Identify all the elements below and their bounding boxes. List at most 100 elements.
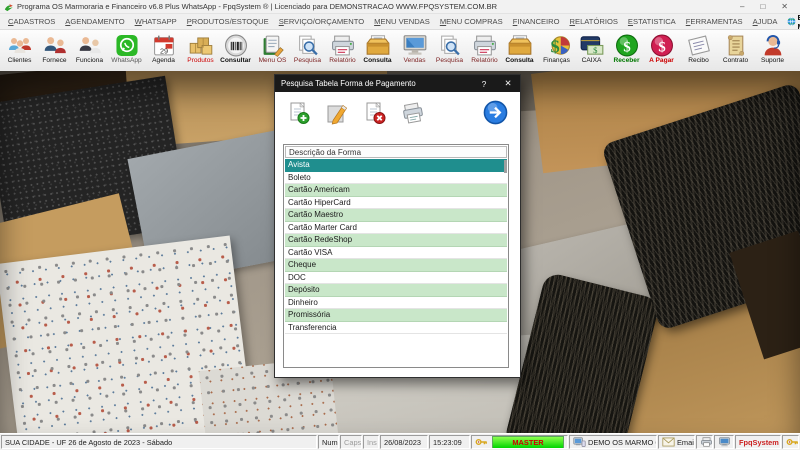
toolbar-button-pesquisa[interactable]: Pesquisa bbox=[290, 31, 325, 71]
toolbar-button-label: WhatsApp bbox=[111, 57, 141, 64]
toolbar-button-recibo[interactable]: Recibo bbox=[681, 31, 716, 71]
list-item-promiss-ria[interactable]: Promissória bbox=[285, 309, 507, 322]
list-item-doc[interactable]: DOC bbox=[285, 272, 507, 285]
menu-item-produtos-estoque[interactable]: PRODUTOS/ESTOQUE bbox=[182, 17, 274, 26]
status-brand[interactable]: FpqSystem bbox=[735, 435, 781, 449]
toolbar-button-contrato[interactable]: Contrato bbox=[718, 31, 753, 71]
svg-text:$: $ bbox=[623, 39, 630, 55]
minimize-button[interactable]: – bbox=[740, 2, 744, 12]
edit-record-button[interactable] bbox=[325, 101, 349, 130]
toolbar-button-caixa[interactable]: $CAIXA bbox=[574, 31, 609, 71]
status-email-button[interactable]: Email bbox=[658, 435, 695, 449]
toolbar-button-label: Relatório bbox=[329, 57, 355, 64]
menu-item-ferramentas[interactable]: FERRAMENTAS bbox=[681, 17, 748, 26]
toolbar-button-consulta[interactable]: Consulta bbox=[502, 31, 537, 71]
dialog-titlebar: Pesquisa Tabela Forma de Pagamento ? ✕ bbox=[275, 75, 520, 92]
toolbar-button-consultar[interactable]: Consultar bbox=[218, 31, 253, 71]
menu-item-relat-rios[interactable]: RELATÓRIOS bbox=[565, 17, 623, 26]
menu-item-agendamento[interactable]: AGENDAMENTO bbox=[60, 17, 129, 26]
list-item-cart-o-visa[interactable]: Cartão VISA bbox=[285, 247, 507, 260]
status-monitor-button[interactable] bbox=[714, 435, 734, 449]
menu-item-whatsapp[interactable]: WHATSAPP bbox=[130, 17, 182, 26]
delete-record-button[interactable] bbox=[363, 101, 387, 130]
toolbar-button-label: Pesquisa bbox=[294, 57, 321, 64]
toolbar-button-a-pagar[interactable]: $A Pagar bbox=[644, 31, 679, 71]
list-item-transferencia[interactable]: Transferencia bbox=[285, 322, 507, 335]
search-pages-icon bbox=[295, 33, 321, 57]
toolbar-button-suporte[interactable]: Suporte bbox=[755, 31, 790, 71]
toolbar-button-label: Receber bbox=[613, 57, 639, 64]
toolbar-button-clientes[interactable]: Clientes bbox=[2, 31, 37, 71]
dialog-close-button[interactable]: ✕ bbox=[496, 75, 520, 92]
svg-text:$: $ bbox=[593, 45, 598, 55]
finance-icon: $ bbox=[544, 33, 570, 57]
menu-item-menu-compras[interactable]: MENU COMPRAS bbox=[435, 17, 508, 26]
status-date: 26/08/2023 bbox=[380, 435, 428, 449]
maximize-button[interactable]: □ bbox=[760, 2, 765, 12]
toolbar-button-produtos[interactable]: Produtos bbox=[183, 31, 218, 71]
list-item-cart-o-redeshop[interactable]: Cartão RedeShop bbox=[285, 234, 507, 247]
status-print-button[interactable] bbox=[696, 435, 713, 449]
payment-form-dialog: Pesquisa Tabela Forma de Pagamento ? ✕ D… bbox=[274, 74, 521, 378]
toolbar-button-consulta[interactable]: Consulta bbox=[360, 31, 395, 71]
toolbar-button-pesquisa[interactable]: Pesquisa bbox=[432, 31, 467, 71]
status-location-text: SUA CIDADE - UF 26 de Agosto de 2023 - S… bbox=[5, 438, 172, 447]
status-date-text: 26/08/2023 bbox=[384, 438, 421, 447]
dialog-help-button[interactable]: ? bbox=[472, 75, 496, 92]
access-level-badge: MASTER bbox=[492, 436, 564, 449]
status-key-button[interactable] bbox=[782, 435, 799, 449]
toolbar-button-fornece[interactable]: Fornece bbox=[37, 31, 72, 71]
list-item-boleto[interactable]: Boleto bbox=[285, 172, 507, 185]
toolbar-button-finan-as[interactable]: $Finanças bbox=[539, 31, 574, 71]
toolbar-button-receber[interactable]: $ Receber bbox=[609, 31, 644, 71]
list-item-avista[interactable]: Avista bbox=[285, 159, 507, 172]
toolbar-button-label: Relatório bbox=[471, 57, 497, 64]
arrow-circle-right-icon bbox=[483, 100, 508, 130]
toolbar-button-whatsapp[interactable]: WhatsApp bbox=[109, 31, 144, 71]
print-record-button[interactable] bbox=[401, 101, 425, 130]
caps-lock-indicator: Caps bbox=[344, 438, 361, 447]
window-title: Programa OS Marmoraria e Financeiro v6.8… bbox=[17, 2, 497, 11]
list-item-cart-o-americam[interactable]: Cartão Americam bbox=[285, 184, 507, 197]
search-pages-icon bbox=[437, 33, 463, 57]
toolbar-button-vendas[interactable]: Vendas bbox=[397, 31, 432, 71]
list-item-cart-o-hipercard[interactable]: Cartão HiperCard bbox=[285, 197, 507, 210]
menu-item-servi-o-or-amento[interactable]: SERVIÇO/ORÇAMENTO bbox=[274, 17, 369, 26]
menu-item-ajuda[interactable]: AJUDA bbox=[748, 17, 783, 26]
menu-item-cadastros[interactable]: CADASTROS bbox=[3, 17, 60, 26]
menu-item-estatistica[interactable]: ESTATISTICA bbox=[623, 17, 681, 26]
key-icon bbox=[475, 437, 488, 447]
window-controls: – □ ✕ bbox=[740, 2, 796, 12]
toolbar-button-menu-os[interactable]: Menu OS bbox=[255, 31, 290, 71]
dialog-body: Descrição da Forma AvistaBoletoCartão Am… bbox=[275, 92, 520, 377]
toolbar-button-label: A Pagar bbox=[649, 57, 674, 64]
toolbar-button-agenda[interactable]: 29Agenda bbox=[146, 31, 181, 71]
brand-text: FpqSystem bbox=[739, 438, 779, 447]
list-item-dep-sito[interactable]: Depósito bbox=[285, 284, 507, 297]
list-item-cart-o-marter-card[interactable]: Cartão Marter Card bbox=[285, 222, 507, 235]
toolbar-button-coin[interactable]: $ bbox=[792, 31, 800, 71]
list-item-cart-o-maestro[interactable]: Cartão Maestro bbox=[285, 209, 507, 222]
toolbar-button-funciona[interactable]: Funciona bbox=[72, 31, 107, 71]
new-record-button[interactable] bbox=[287, 101, 311, 130]
toolbar-button-label: Vendas bbox=[404, 57, 426, 64]
status-caps: Caps bbox=[340, 435, 362, 449]
whatsapp-icon bbox=[114, 33, 140, 57]
monitor-icon bbox=[402, 33, 428, 57]
list-scrollbar-thumb[interactable] bbox=[504, 160, 507, 173]
status-ins: Ins bbox=[363, 435, 379, 449]
menu-item-menu-vendas[interactable]: MENU VENDAS bbox=[369, 17, 435, 26]
status-system-name: DEMO OS MARMO 6.8 bbox=[569, 435, 657, 449]
toolbar-button-label: Menu OS bbox=[259, 57, 287, 64]
menu-item-email[interactable]: E-MAIL bbox=[783, 13, 800, 31]
toolbar-button-relat-rio[interactable]: Relatório bbox=[467, 31, 502, 71]
app-logo-icon bbox=[4, 2, 14, 12]
close-button[interactable]: ✕ bbox=[781, 2, 788, 12]
toolbar-button-label: Consulta bbox=[505, 57, 533, 64]
toolbar-button-relat-rio[interactable]: Relatório bbox=[325, 31, 360, 71]
menu-item-financeiro[interactable]: FINANCEIRO bbox=[508, 17, 565, 26]
status-access-level: MASTER bbox=[471, 435, 568, 449]
list-item-dinheiro[interactable]: Dinheiro bbox=[285, 297, 507, 310]
forward-button[interactable] bbox=[483, 100, 508, 130]
list-item-cheque[interactable]: Cheque bbox=[285, 259, 507, 272]
